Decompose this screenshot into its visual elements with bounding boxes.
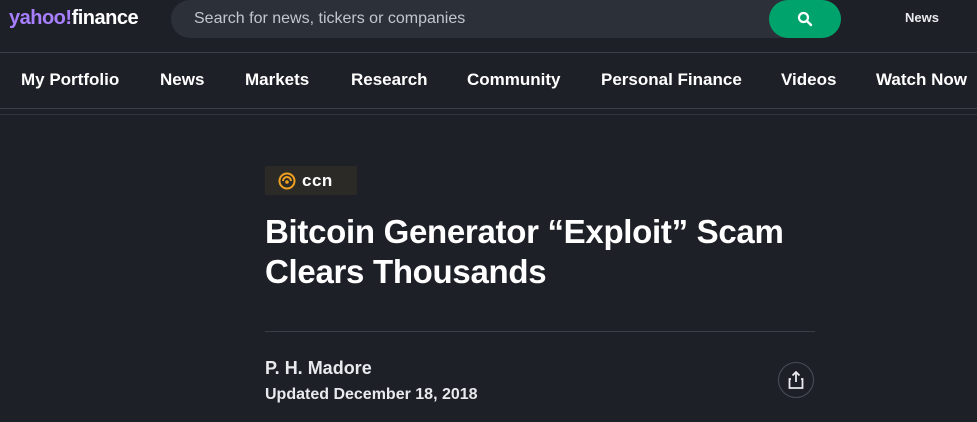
- nav-community[interactable]: Community: [467, 70, 561, 90]
- main-nav: My Portfolio News Markets Research Commu…: [0, 52, 977, 109]
- share-icon: [788, 371, 804, 389]
- top-bar: yahoo!finance News: [0, 0, 977, 52]
- search-button[interactable]: [769, 0, 841, 38]
- top-news-link[interactable]: News: [905, 10, 939, 25]
- yahoo-finance-logo[interactable]: yahoo!finance: [9, 5, 139, 31]
- updated-date: Updated December 18, 2018: [265, 386, 478, 403]
- nav-markets[interactable]: Markets: [245, 70, 309, 90]
- logo-finance-text: finance: [71, 7, 139, 29]
- search-bar: [171, 0, 841, 38]
- nav-divider: [0, 114, 977, 115]
- author-name[interactable]: P. H. Madore: [265, 358, 372, 379]
- nav-personal-finance[interactable]: Personal Finance: [601, 70, 742, 90]
- article-title: Bitcoin Generator “Exploit” Scam Clears …: [265, 213, 784, 290]
- source-badge[interactable]: ccn: [265, 166, 357, 195]
- byline-divider: [265, 331, 815, 332]
- ccn-logo-icon: [278, 172, 296, 189]
- nav-research[interactable]: Research: [351, 70, 428, 90]
- search-input[interactable]: [194, 0, 754, 38]
- nav-my-portfolio[interactable]: My Portfolio: [21, 70, 119, 90]
- search-icon: [797, 11, 813, 27]
- nav-videos[interactable]: Videos: [781, 70, 836, 90]
- nav-news[interactable]: News: [160, 70, 204, 90]
- source-name: ccn: [302, 170, 333, 190]
- logo-yahoo-text: yahoo: [9, 7, 66, 29]
- nav-watch-now[interactable]: Watch Now: [876, 70, 967, 90]
- share-button[interactable]: [778, 362, 814, 398]
